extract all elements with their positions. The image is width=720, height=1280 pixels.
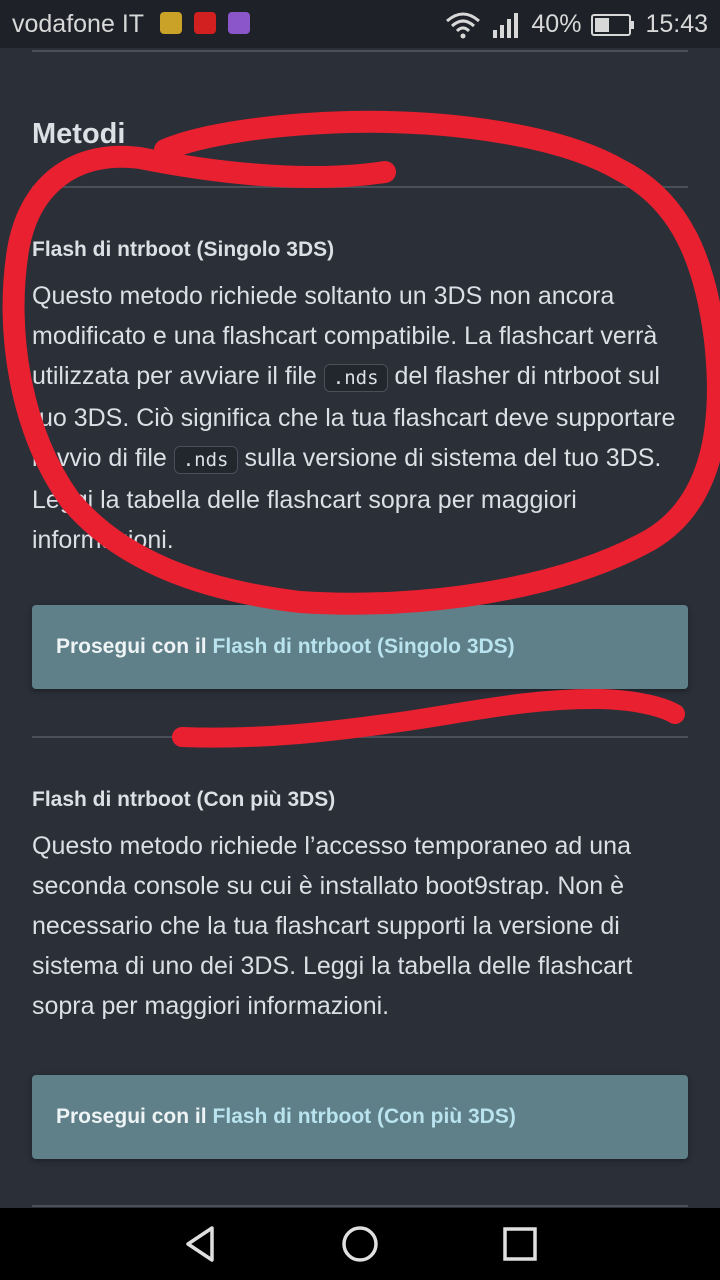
back-icon[interactable]	[180, 1224, 220, 1264]
section-title: Metodi	[32, 118, 126, 150]
method-title: Flash di ntrboot (Singolo 3DS)	[32, 238, 335, 261]
inline-code: .nds	[323, 364, 388, 392]
battery-icon	[591, 13, 635, 36]
notification-icons	[160, 12, 250, 34]
method-title: Flash di ntrboot (Con più 3DS)	[32, 788, 336, 811]
navigation-bar	[0, 1208, 720, 1280]
button-prefix: Prosegui con il	[56, 1105, 207, 1128]
recents-icon[interactable]	[500, 1224, 540, 1264]
continue-button-multi-3ds[interactable]: Prosegui con il Flash di ntrboot (Con pi…	[32, 1075, 688, 1159]
inline-code: .nds	[173, 446, 238, 474]
clock: 15:43	[645, 10, 708, 38]
button-link[interactable]: Flash di ntrboot (Singolo 3DS)	[213, 635, 515, 659]
carrier-name: vodafone IT	[12, 10, 145, 38]
method-description: Questo metodo richiede soltanto un 3DS n…	[32, 276, 692, 560]
divider	[32, 186, 688, 188]
divider	[32, 1205, 688, 1207]
youtube-icon	[194, 12, 216, 34]
divider	[32, 50, 688, 52]
battery-percent: 40%	[531, 10, 582, 38]
button-prefix: Prosegui con il	[56, 635, 207, 658]
home-icon[interactable]	[340, 1224, 380, 1264]
app-notification-icon	[160, 12, 182, 34]
method-description: Questo metodo richiede l’accesso tempora…	[32, 832, 633, 1020]
continue-button-single-3ds[interactable]: Prosegui con il Flash di ntrboot (Singol…	[32, 605, 688, 689]
wifi-icon	[446, 12, 481, 38]
gallery-icon	[228, 12, 250, 34]
page-content[interactable]: Metodi Flash di ntrboot (Singolo 3DS) Qu…	[0, 48, 720, 1208]
button-link[interactable]: Flash di ntrboot (Con più 3DS)	[213, 1105, 516, 1129]
status-bar: vodafone IT 40% 15:43	[0, 0, 720, 48]
signal-icon	[493, 12, 519, 38]
divider	[32, 736, 688, 738]
